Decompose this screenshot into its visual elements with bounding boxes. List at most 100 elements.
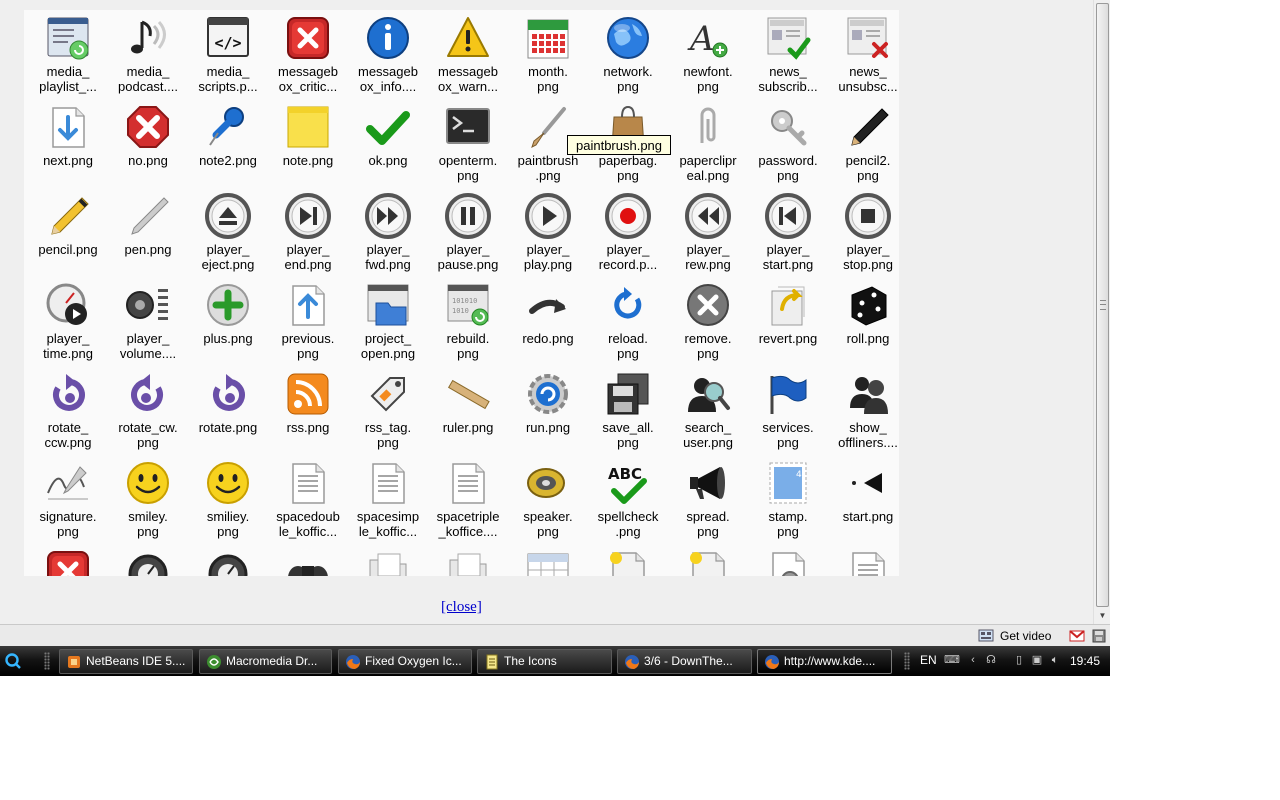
taskbar-button[interactable]: The Icons	[477, 649, 612, 674]
icon-tile[interactable]: redo.png	[508, 281, 588, 370]
scrollbar-thumb[interactable]	[1096, 3, 1109, 607]
icon-tile[interactable]: messageb ox_warn...	[428, 14, 508, 103]
icon-tile[interactable]: news_ unsubsc...	[828, 14, 899, 103]
keyboard-icon[interactable]: ⌨	[944, 653, 960, 667]
icon-tile[interactable]	[268, 548, 348, 576]
volume-icon[interactable]: 🔈︎	[1048, 653, 1062, 667]
icon-tile[interactable]: services. png	[748, 370, 828, 459]
icon-tile[interactable]: note2.png	[188, 103, 268, 192]
icon-tile[interactable]: plus.png	[188, 281, 268, 370]
icon-tile[interactable]: rss_tag. png	[348, 370, 428, 459]
icon-tile[interactable]: messageb ox_critic...	[268, 14, 348, 103]
taskbar-button[interactable]: 3/6 - DownThe...	[617, 649, 752, 674]
icon-tile[interactable]: revert.png	[748, 281, 828, 370]
icon-tile[interactable]: roll.png	[828, 281, 899, 370]
taskbar-button[interactable]: NetBeans IDE 5....	[59, 649, 193, 674]
video-download-icon[interactable]	[978, 628, 994, 644]
icon-tile[interactable]	[668, 548, 748, 576]
icon-tile[interactable]: messageb ox_info....	[348, 14, 428, 103]
icon-tile[interactable]: ruler.png	[428, 370, 508, 459]
icon-tile[interactable]: Anewfont. png	[668, 14, 748, 103]
icon-tile[interactable]: spacedoub le_koffic...	[268, 459, 348, 548]
close-link[interactable]: [close]	[441, 599, 482, 616]
icon-tile[interactable]	[828, 548, 899, 576]
icon-tile[interactable]: next.png	[28, 103, 108, 192]
icon-tile[interactable]: ABC spellcheck .png	[588, 459, 668, 548]
icon-tile[interactable]: smiliey. png	[188, 459, 268, 548]
icon-tile[interactable]: smiley. png	[108, 459, 188, 548]
icon-tile[interactable]: month. png	[508, 14, 588, 103]
icon-tile[interactable]: 101010 1010 rebuild. png	[428, 281, 508, 370]
icon-tile[interactable]: run.png	[508, 370, 588, 459]
icon-tile[interactable]: pen.png	[108, 192, 188, 281]
icon-tile[interactable]: player_ stop.png	[828, 192, 899, 281]
vertical-scrollbar[interactable]: ▼	[1093, 0, 1110, 624]
icon-tile[interactable]: network. png	[588, 14, 668, 103]
icon-tile[interactable]: ok.png	[348, 103, 428, 192]
icon-tile[interactable]: pencil2. png	[828, 103, 899, 192]
icon-tile[interactable]: speaker. png	[508, 459, 588, 548]
icon-tile[interactable]: rotate.png	[188, 370, 268, 459]
icon-tile[interactable]	[108, 548, 188, 576]
icon-tile[interactable]: news_ subscrib...	[748, 14, 828, 103]
quicklaunch-grip[interactable]	[44, 652, 50, 670]
icon-tile[interactable]: no.png	[108, 103, 188, 192]
taskbar-button[interactable]: Fixed Oxygen Ic...	[338, 649, 472, 674]
icon-tile[interactable]: player_ eject.png	[188, 192, 268, 281]
language-indicator[interactable]: EN	[920, 653, 937, 667]
battery-icon[interactable]: ▯	[1012, 653, 1026, 667]
icon-tile[interactable]: project_ open.png	[348, 281, 428, 370]
icon-tile[interactable]: spacetriple _koffice....	[428, 459, 508, 548]
icon-tile[interactable]: previous. png	[268, 281, 348, 370]
icon-tile[interactable]: start.png	[828, 459, 899, 548]
icon-tile[interactable]: note.png	[268, 103, 348, 192]
taskbar-button[interactable]: Macromedia Dr...	[199, 649, 332, 674]
icon-tile[interactable]: rss.png	[268, 370, 348, 459]
icon-tile[interactable]: show_ offliners....	[828, 370, 899, 459]
icon-tile[interactable]: pencil.png	[28, 192, 108, 281]
icon-tile[interactable]	[588, 548, 668, 576]
icon-tile[interactable]: password. png	[748, 103, 828, 192]
icon-tile[interactable]	[428, 548, 508, 576]
icon-tile[interactable]: 4 stamp. png	[748, 459, 828, 548]
scroll-down-arrow-icon[interactable]: ▼	[1094, 608, 1111, 624]
icon-tile[interactable]	[348, 548, 428, 576]
icon-tile[interactable]	[28, 548, 108, 576]
icon-tile[interactable]: player_ record.p...	[588, 192, 668, 281]
icon-tile[interactable]: player_ fwd.png	[348, 192, 428, 281]
icon-tile[interactable]: spread. png	[668, 459, 748, 548]
icon-tile[interactable]: player_ pause.png	[428, 192, 508, 281]
icon-tile[interactable]: remove. png	[668, 281, 748, 370]
icon-tile[interactable]: player_ start.png	[748, 192, 828, 281]
icon-tile[interactable]: media_ podcast....	[108, 14, 188, 103]
icon-tile[interactable]: player_ time.png	[28, 281, 108, 370]
icon-tile[interactable]: rotate_ ccw.png	[28, 370, 108, 459]
icon-tile[interactable]	[508, 548, 588, 576]
tray-grip[interactable]	[904, 652, 910, 670]
get-video-label[interactable]: Get video	[1000, 629, 1051, 643]
taskbar-clock[interactable]: 19:45	[1070, 654, 1100, 668]
icon-tile[interactable]	[748, 548, 828, 576]
gmail-icon[interactable]	[1069, 628, 1086, 644]
icon-tile[interactable]: player_ play.png	[508, 192, 588, 281]
icon-tile[interactable]: openterm. png	[428, 103, 508, 192]
icon-tile[interactable]: player_ volume....	[108, 281, 188, 370]
taskbar-button[interactable]: http://www.kde....	[757, 649, 892, 674]
icon-tile[interactable]: signature. png	[28, 459, 108, 548]
icon-tile[interactable]: spacesimp le_koffic...	[348, 459, 428, 548]
icon-tile[interactable]: player_ end.png	[268, 192, 348, 281]
icon-tile[interactable]: search_ user.png	[668, 370, 748, 459]
icon-tile[interactable]: save_all. png	[588, 370, 668, 459]
icon-tile[interactable]: </> media_ scripts.p...	[188, 14, 268, 103]
headset-icon[interactable]: ☊	[984, 653, 998, 667]
network-icon[interactable]: ▣	[1030, 653, 1044, 667]
chevron-left-icon[interactable]: ‹	[966, 653, 980, 667]
start-button-icon[interactable]	[4, 652, 22, 670]
icon-tile[interactable]: player_ rew.png	[668, 192, 748, 281]
icon-tile[interactable]: paperclipr eal.png	[668, 103, 748, 192]
icon-tile[interactable]: rotate_cw. png	[108, 370, 188, 459]
icon-tile[interactable]: reload. png	[588, 281, 668, 370]
icon-tile[interactable]: media_ playlist_...	[28, 14, 108, 103]
disk-icon[interactable]	[1091, 628, 1107, 644]
icon-tile[interactable]	[188, 548, 268, 576]
